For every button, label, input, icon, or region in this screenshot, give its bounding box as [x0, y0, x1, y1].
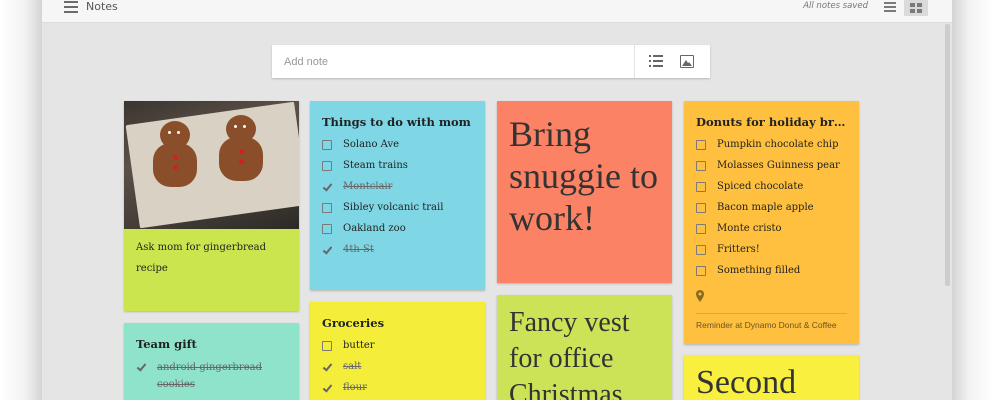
list-item[interactable]: Monte cristo: [696, 218, 851, 239]
note-second[interactable]: Second: [684, 355, 859, 400]
divider: [634, 45, 635, 78]
checkbox-icon[interactable]: [322, 160, 332, 171]
menu-icon[interactable]: [64, 1, 78, 13]
divider: [696, 313, 847, 314]
checkbox-icon[interactable]: [696, 181, 706, 192]
note-things-to-do-with-mom[interactable]: Things to do with mom Solano Ave Steam t…: [310, 101, 485, 290]
note-groceries[interactable]: Groceries butter salt flour: [310, 302, 485, 400]
note-donuts-for-holiday-brunch[interactable]: Donuts for holiday brun… Pumpkin chocola…: [684, 101, 859, 344]
list-item[interactable]: butter: [322, 335, 477, 356]
list-item[interactable]: android gingerbread cookies: [136, 359, 291, 393]
checklist: butter salt flour: [322, 335, 477, 398]
note-team-gift[interactable]: Team gift android gingerbread cookies: [124, 323, 299, 400]
note-text: Bring snuggie to work!: [509, 114, 658, 238]
note-fancy-vest[interactable]: Fancy vest for office Christmas: [497, 295, 672, 400]
checklist: android gingerbread cookies: [136, 359, 291, 393]
list-view-icon: [884, 2, 896, 14]
location-pin-icon: [696, 290, 704, 302]
top-bar: Notes All notes saved: [42, 0, 952, 23]
note-title: Donuts for holiday brun…: [696, 115, 851, 129]
list-item[interactable]: Steam trains: [322, 155, 477, 176]
scrollbar[interactable]: [945, 24, 950, 286]
list-item[interactable]: 4th St: [322, 239, 477, 260]
note-title: Team gift: [136, 337, 197, 351]
list-view-button[interactable]: [878, 0, 902, 16]
checkbox-icon[interactable]: [696, 202, 706, 213]
grid-view-icon: [910, 3, 922, 13]
list-item[interactable]: salt: [322, 356, 477, 377]
check-icon[interactable]: [322, 245, 332, 255]
checkbox-icon[interactable]: [696, 244, 706, 255]
grid-view-button[interactable]: [904, 0, 928, 16]
list-item[interactable]: Sibley volcanic trail: [322, 197, 477, 218]
list-item[interactable]: Fritters!: [696, 239, 851, 260]
list-item[interactable]: Spiced chocolate: [696, 176, 851, 197]
add-note-bar: [272, 45, 710, 78]
list-item[interactable]: Solano Ave: [322, 134, 477, 155]
list-item[interactable]: Something filled: [696, 260, 851, 281]
checkbox-icon[interactable]: [322, 223, 332, 234]
new-list-button[interactable]: [644, 54, 668, 70]
checkbox-icon[interactable]: [322, 202, 332, 213]
note-bring-snuggie[interactable]: Bring snuggie to work!: [497, 101, 672, 283]
list-item[interactable]: Montclair: [322, 176, 477, 197]
check-icon: [136, 362, 146, 372]
gingerbread-image: [124, 101, 299, 229]
list-item[interactable]: Pumpkin chocolate chip: [696, 134, 851, 155]
checkbox-icon[interactable]: [696, 139, 706, 150]
checkbox-icon[interactable]: [696, 265, 706, 276]
list-item[interactable]: Bacon maple apple: [696, 197, 851, 218]
checkbox-icon[interactable]: [696, 160, 706, 171]
note-gingerbread[interactable]: Ask mom for gingerbread recipe: [124, 101, 299, 311]
reminder-text: Reminder at Dynamo Donut & Coffee: [696, 320, 837, 330]
note-title: Things to do with mom: [322, 115, 471, 129]
window-shadow-right: [952, 0, 994, 400]
checkbox-icon[interactable]: [322, 139, 332, 150]
check-icon[interactable]: [322, 362, 332, 372]
add-note-input[interactable]: [272, 45, 634, 78]
checklist: Pumpkin chocolate chip Molasses Guinness…: [696, 134, 851, 281]
window-shadow-left: [0, 0, 42, 400]
check-icon[interactable]: [322, 383, 332, 393]
list-item[interactable]: Oakland zoo: [322, 218, 477, 239]
checkbox-icon[interactable]: [696, 223, 706, 234]
checkbox-icon[interactable]: [322, 340, 332, 351]
list-item[interactable]: Molasses Guinness pear: [696, 155, 851, 176]
note-text: Ask mom for gingerbread recipe: [136, 242, 267, 274]
image-icon[interactable]: [680, 55, 694, 68]
notes-window: Notes All notes saved Add note Ask mom f…: [42, 0, 952, 400]
app-title: Notes: [86, 0, 118, 13]
list-item[interactable]: flour: [322, 377, 477, 398]
note-title: Groceries: [322, 316, 385, 330]
checklist: Solano Ave Steam trains Montclair Sibley…: [322, 134, 477, 260]
note-text: Fancy vest for office Christmas: [509, 307, 630, 400]
note-text: Second: [696, 364, 797, 400]
check-icon[interactable]: [322, 182, 332, 192]
save-status: All notes saved: [803, 1, 868, 11]
